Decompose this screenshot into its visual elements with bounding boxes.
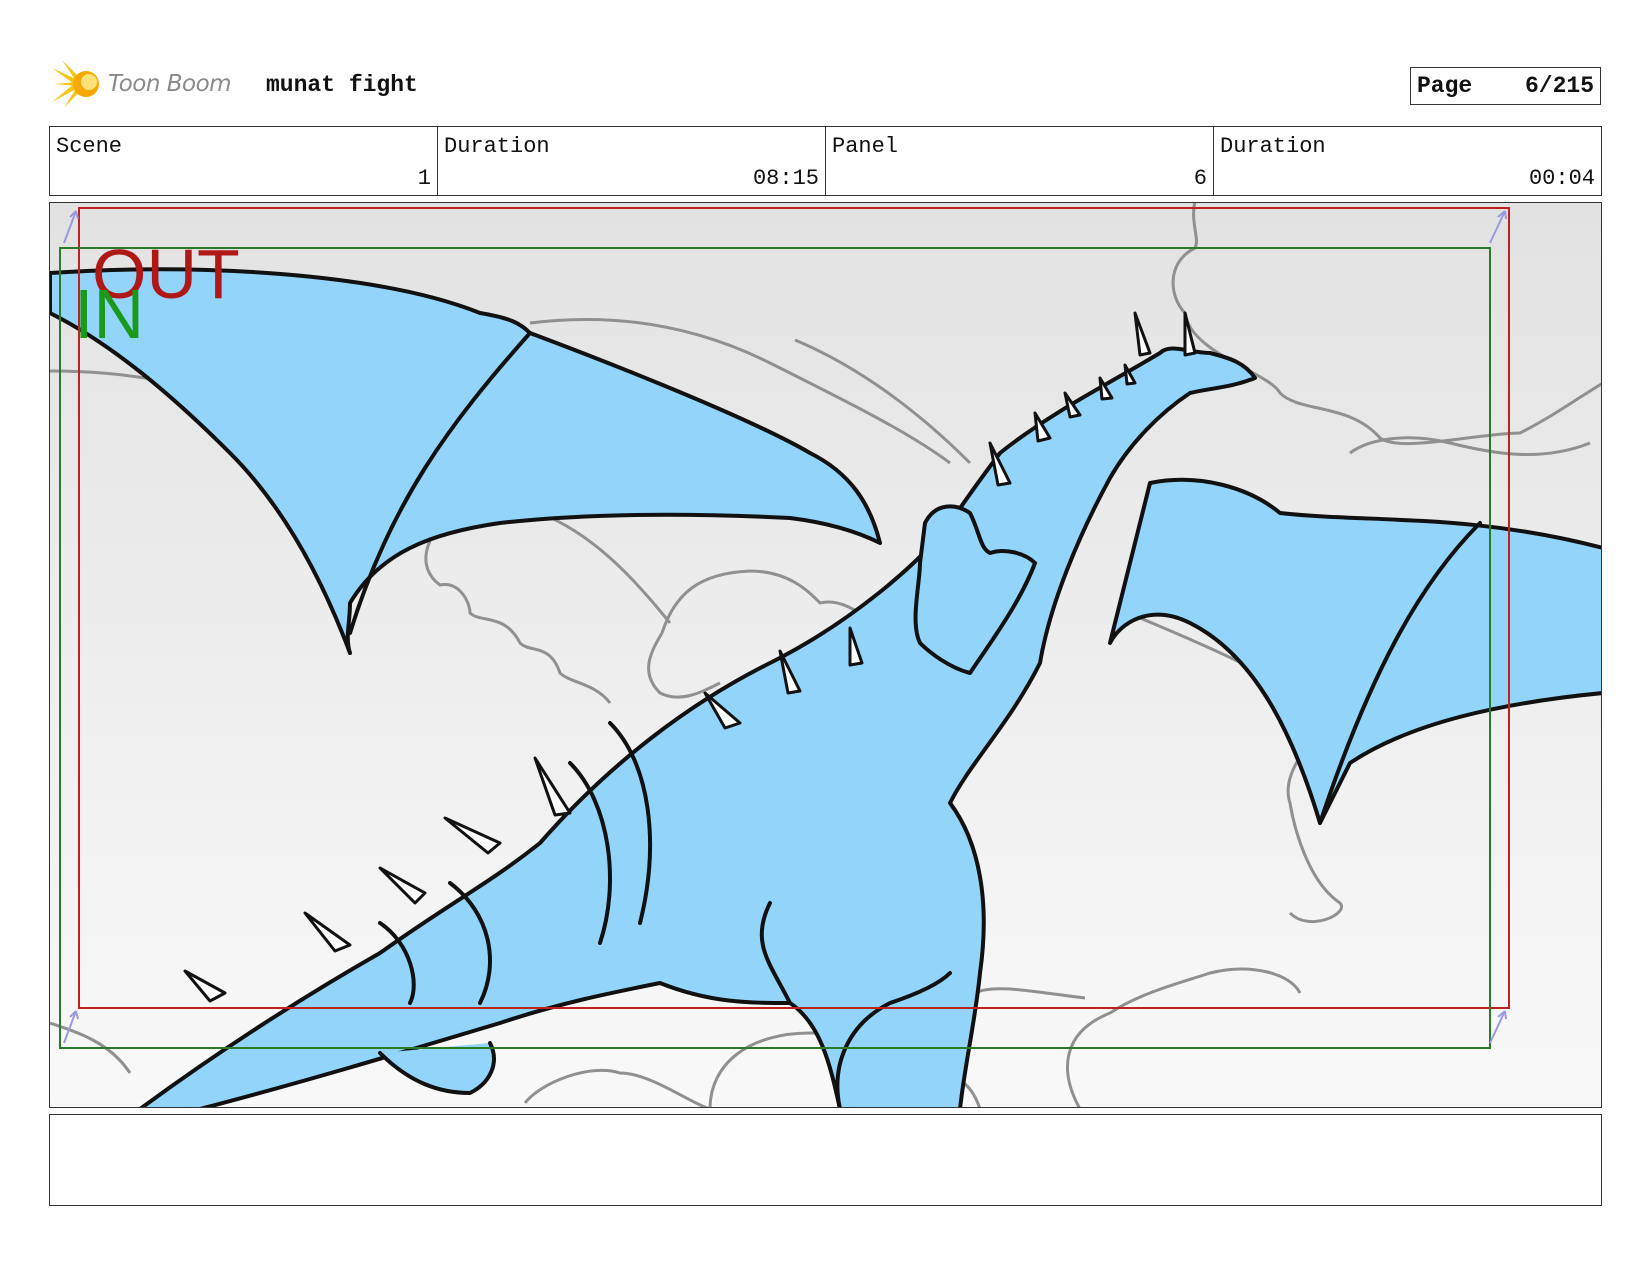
panel-value: 6 [1193, 166, 1207, 191]
scene-label: Scene [56, 134, 123, 159]
toon-boom-logo: Toon Boom [52, 58, 232, 110]
panel-duration-cell: Duration 00:04 [1214, 127, 1601, 195]
scene-duration-value: 08:15 [752, 166, 819, 191]
panel-artwork: OUT IN [50, 203, 1601, 1107]
in-marker-label: IN [74, 275, 144, 353]
panel-duration-label: Duration [1220, 134, 1326, 159]
project-title: munat fight [266, 72, 418, 98]
scene-info-table: Scene 1 Duration 08:15 Panel 6 Duration … [49, 126, 1602, 196]
page-label: Page [1417, 73, 1473, 99]
panel-notes-box[interactable] [49, 1114, 1602, 1206]
panel-cell: Panel 6 [826, 127, 1214, 195]
scene-cell: Scene 1 [50, 127, 438, 195]
scene-duration-cell: Duration 08:15 [438, 127, 826, 195]
logo-text: Toon Boom [108, 71, 232, 97]
page-number: 6/215 [1524, 73, 1594, 99]
scene-duration-label: Duration [444, 134, 550, 159]
storyboard-panel: OUT IN [49, 202, 1602, 1108]
panel-label: Panel [832, 134, 899, 159]
starburst-icon [52, 60, 99, 108]
page-indicator: Page 6/215 [1410, 67, 1601, 105]
scene-value: 1 [417, 166, 431, 191]
panel-duration-value: 00:04 [1528, 166, 1595, 191]
